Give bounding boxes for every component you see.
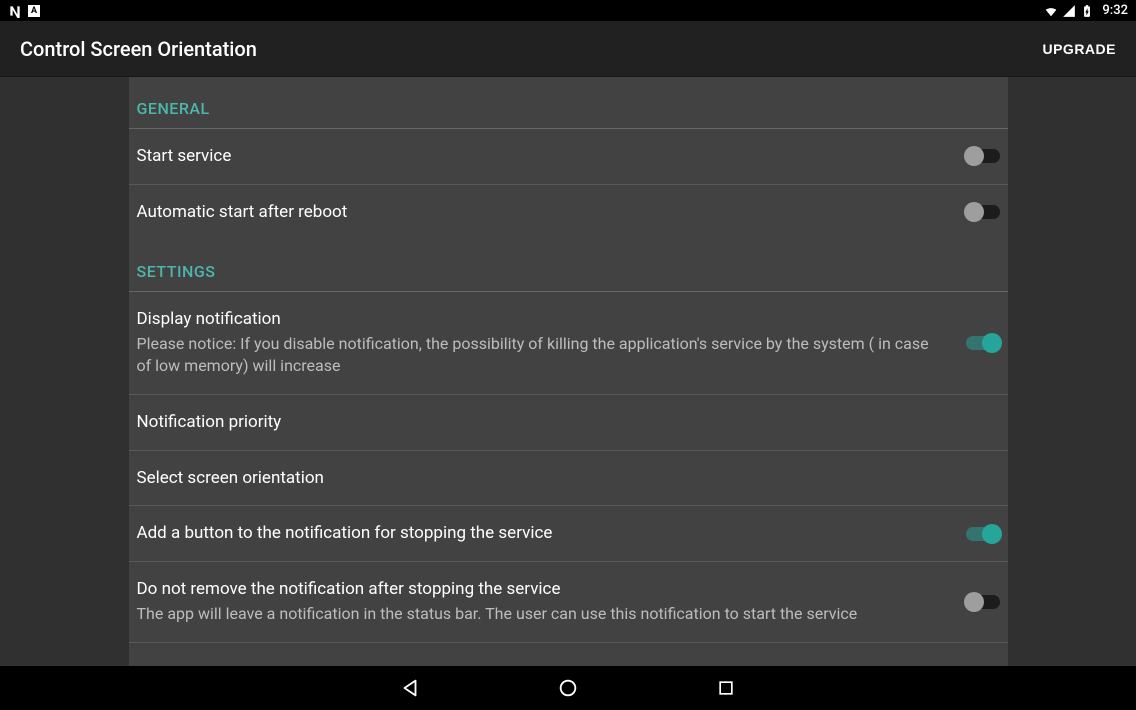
status-time: 9:32 [1102,3,1128,18]
setting-start-service[interactable]: Start service [129,129,1008,185]
android-n-icon [8,4,22,18]
settings-content[interactable]: GENERAL Start service Automatic start af… [129,77,1008,666]
section-header-general: GENERAL [129,77,1008,128]
switch-auto-start[interactable] [966,202,1000,222]
setting-title: Start service [137,145,946,168]
switch-display-notification[interactable] [966,333,1000,353]
setting-title: Display notification [137,308,946,331]
setting-keep-notification[interactable]: Do not remove the notification after sto… [129,562,1008,642]
content-wrapper: GENERAL Start service Automatic start af… [0,77,1136,666]
status-bar: A 9:32 [0,0,1136,21]
setting-title: Notification priority [137,411,980,434]
setting-title: Select screen orientation [137,467,980,490]
upgrade-button[interactable]: UPGRADE [1042,41,1116,57]
app-notification-icon: A [28,5,40,17]
back-button[interactable] [396,674,424,702]
signal-icon [1062,4,1076,18]
recents-button[interactable] [712,674,740,702]
switch-start-service[interactable] [966,146,1000,166]
setting-quick-tile[interactable]: Enable quick settings tile [129,643,1008,666]
setting-notification-priority[interactable]: Notification priority [129,395,1008,451]
setting-select-orientation[interactable]: Select screen orientation [129,451,1008,507]
setting-auto-start[interactable]: Automatic start after reboot [129,185,1008,240]
home-icon [557,677,579,699]
setting-title: Automatic start after reboot [137,201,946,224]
wifi-icon [1044,4,1058,18]
app-bar: Control Screen Orientation UPGRADE [0,21,1136,77]
setting-add-stop-button[interactable]: Add a button to the notification for sto… [129,506,1008,562]
switch-keep-notification[interactable] [966,592,1000,612]
setting-title: Add a button to the notification for sto… [137,522,946,545]
battery-charging-icon [1080,4,1094,18]
section-header-settings: SETTINGS [129,240,1008,291]
recents-icon [716,678,736,698]
navigation-bar [0,666,1136,710]
switch-add-stop-button[interactable] [966,524,1000,544]
setting-title: Do not remove the notification after sto… [137,578,946,601]
setting-subtitle: Please notice: If you disable notificati… [137,333,946,378]
home-button[interactable] [554,674,582,702]
setting-display-notification[interactable]: Display notification Please notice: If y… [129,292,1008,395]
back-icon [399,677,421,699]
app-title: Control Screen Orientation [20,37,257,61]
setting-subtitle: The app will leave a notification in the… [137,603,946,625]
